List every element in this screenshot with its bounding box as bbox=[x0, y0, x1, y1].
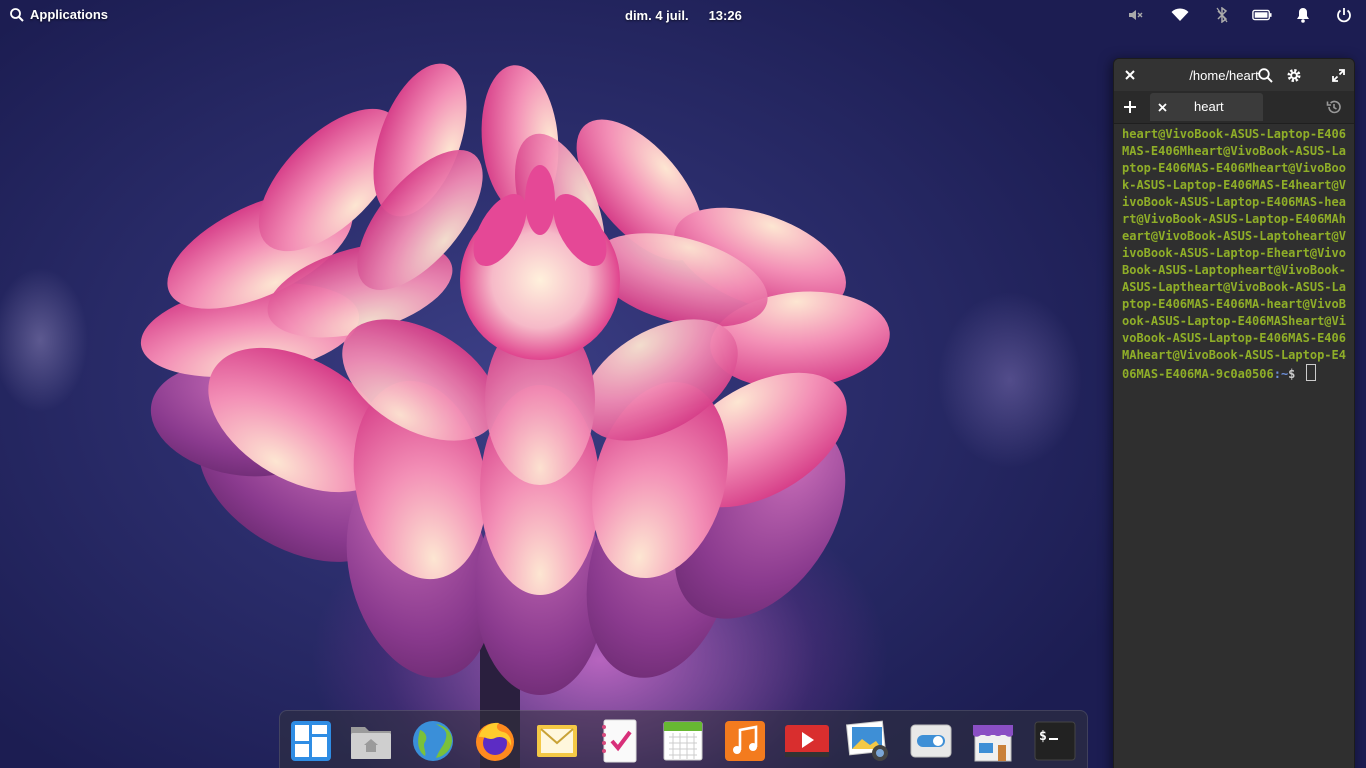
dock-system-settings[interactable] bbox=[908, 718, 954, 764]
terminal-window[interactable]: /home/heart heart heart@VivoBook-ASUS-La… bbox=[1113, 58, 1355, 768]
dock: $ bbox=[279, 710, 1088, 768]
bluetooth-icon[interactable] bbox=[1212, 6, 1232, 24]
multitasking-view-icon bbox=[291, 721, 331, 761]
dock-firefox[interactable] bbox=[472, 718, 518, 764]
search-icon[interactable] bbox=[1257, 67, 1273, 83]
applications-label: Applications bbox=[30, 7, 109, 22]
search-icon bbox=[10, 7, 24, 22]
datetime-indicator[interactable]: dim. 4 juil. 13:26 bbox=[625, 8, 742, 23]
battery-icon[interactable] bbox=[1252, 6, 1272, 24]
settings-toggle-icon bbox=[910, 724, 952, 758]
tab-heart[interactable]: heart bbox=[1150, 93, 1263, 121]
globe-icon bbox=[413, 721, 453, 761]
calendar-icon bbox=[663, 721, 703, 761]
prompt-path: :~ bbox=[1273, 367, 1289, 381]
new-tab-icon[interactable] bbox=[1122, 99, 1138, 115]
dock-music[interactable] bbox=[722, 718, 768, 764]
appcenter-store-icon bbox=[973, 725, 1013, 762]
gear-icon[interactable] bbox=[1286, 67, 1302, 83]
terminal-icon: $ bbox=[1034, 721, 1076, 761]
volume-muted-icon[interactable] bbox=[1125, 6, 1145, 24]
dock-multitasking-view[interactable] bbox=[288, 718, 334, 764]
top-panel: Applications dim. 4 juil. 13:26 bbox=[0, 0, 1366, 30]
dock-terminal[interactable]: $ bbox=[1032, 718, 1078, 764]
date-label: dim. 4 juil. bbox=[625, 8, 689, 23]
maximize-icon[interactable] bbox=[1330, 67, 1346, 83]
dock-web-browser[interactable] bbox=[410, 718, 456, 764]
dock-calendar[interactable] bbox=[660, 718, 706, 764]
terminal-output[interactable]: heart@VivoBook-ASUS-Laptop-E406MAS-E406M… bbox=[1114, 124, 1354, 385]
power-icon[interactable] bbox=[1334, 6, 1354, 24]
dock-files[interactable] bbox=[348, 718, 394, 764]
dock-photos[interactable] bbox=[846, 718, 892, 764]
terminal-text: heart@VivoBook-ASUS-Laptop-E406MAS-E406M… bbox=[1122, 127, 1346, 381]
mail-icon bbox=[537, 725, 577, 757]
tab-label: heart bbox=[1194, 99, 1224, 114]
svg-text:$: $ bbox=[1039, 729, 1047, 744]
files-folder-icon bbox=[351, 727, 391, 759]
tasks-checklist-icon bbox=[602, 719, 637, 763]
prompt-symbol: $ bbox=[1288, 367, 1303, 381]
history-icon[interactable] bbox=[1326, 99, 1342, 115]
dock-tasks[interactable] bbox=[596, 718, 642, 764]
close-icon[interactable] bbox=[1122, 67, 1138, 83]
dock-videos[interactable] bbox=[784, 718, 830, 764]
terminal-cursor bbox=[1305, 364, 1316, 381]
wifi-icon[interactable] bbox=[1170, 6, 1190, 24]
music-note-icon bbox=[725, 721, 765, 761]
tab-bar: heart bbox=[1114, 91, 1354, 124]
close-tab-icon[interactable] bbox=[1154, 99, 1170, 115]
applications-menu-button[interactable]: Applications bbox=[10, 7, 108, 22]
photos-icon bbox=[846, 720, 888, 761]
time-label: 13:26 bbox=[708, 8, 742, 23]
notifications-icon[interactable] bbox=[1293, 6, 1313, 24]
video-play-icon bbox=[785, 725, 829, 757]
desktop: Applications dim. 4 juil. 13:26 /home/he… bbox=[0, 0, 1366, 768]
dock-appcenter[interactable] bbox=[970, 718, 1016, 764]
firefox-icon bbox=[476, 722, 514, 761]
dock-mail[interactable] bbox=[534, 718, 580, 764]
terminal-titlebar[interactable]: /home/heart bbox=[1114, 59, 1354, 91]
